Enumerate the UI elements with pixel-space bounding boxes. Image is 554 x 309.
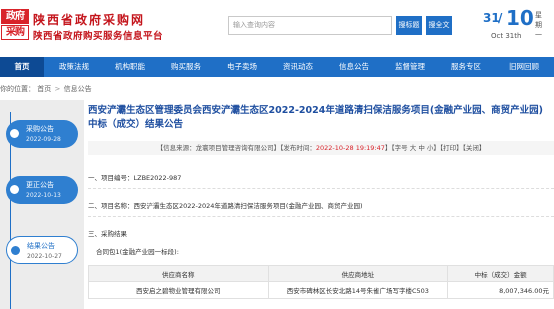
breadcrumb-separator: > bbox=[54, 85, 61, 93]
nav-supervision[interactable]: 监督管理 bbox=[384, 57, 436, 77]
search-title-button[interactable]: 搜标题 bbox=[396, 16, 422, 35]
nav-home[interactable]: 首页 bbox=[0, 57, 44, 77]
weekday: 星期一 bbox=[535, 11, 542, 39]
timeline-dot-icon bbox=[10, 129, 19, 138]
info-publish-time: 2022-10-28 19:19:47 bbox=[315, 144, 385, 152]
supplier-address-cell: 西安市碑林区长安北路14号朱雀广场写字楼C503 bbox=[267, 281, 449, 299]
procurement-result-heading: 三、采购结果 bbox=[88, 230, 127, 238]
info-source-prefix: 【信息来源： bbox=[156, 144, 196, 152]
divider bbox=[88, 188, 554, 189]
date-english: Oct 31th bbox=[491, 32, 522, 40]
info-font-prefix: 】【字号 bbox=[384, 144, 408, 152]
nav-policy[interactable]: 政策法规 bbox=[48, 57, 100, 77]
timeline-item-title: 更正公告 bbox=[26, 181, 54, 189]
info-time-prefix: 】【发布时间： bbox=[273, 144, 316, 152]
date-month: 10 bbox=[506, 6, 534, 30]
col-award-amount: 中标（成交）金额 bbox=[447, 265, 554, 282]
logo-top-text: 政府 bbox=[1, 9, 29, 24]
logo-bottom-text: 采购 bbox=[1, 25, 29, 40]
print-button[interactable]: 】【打印】 bbox=[433, 144, 462, 152]
divider bbox=[88, 216, 554, 217]
result-table: 供应商名称 供应商地址 中标（成交）金额 西安启之碧物业管理有限公司 西安市碑林… bbox=[88, 265, 554, 299]
search-fulltext-button[interactable]: 搜全文 bbox=[426, 16, 452, 35]
font-size-medium[interactable]: 中 bbox=[418, 144, 425, 152]
nav-service-zone[interactable]: 服务专区 bbox=[440, 57, 492, 77]
nav-old-site[interactable]: 旧网回顾 bbox=[496, 57, 552, 77]
col-supplier-address: 供应商地址 bbox=[267, 265, 449, 282]
nav-purchase-services[interactable]: 购买服务 bbox=[160, 57, 212, 77]
breadcrumb: 你的位置： 首页 > 信息公告 bbox=[0, 83, 554, 95]
timeline-item-date: 2022-10-27 bbox=[27, 253, 62, 260]
project-number: 一、项目编号：LZBE2022-987 bbox=[88, 174, 182, 182]
font-size-large[interactable]: 大 bbox=[410, 144, 417, 152]
close-button[interactable]: 【关闭】 bbox=[463, 144, 486, 152]
nav-news[interactable]: 资讯动态 bbox=[272, 57, 324, 77]
site-logo[interactable]: 政府 采购 bbox=[0, 8, 30, 41]
date-widget: 31 / 10 Oct 31th 星期一 bbox=[470, 6, 554, 46]
article-info-bar: 【信息来源：龙寰项目管理咨询有限公司】【发布时间：2022-10-28 19:1… bbox=[88, 141, 554, 155]
table-header-row: 供应商名称 供应商地址 中标（成交）金额 bbox=[88, 265, 554, 282]
table-row: 西安启之碧物业管理有限公司 西安市碑林区长安北路14号朱雀广场写字楼C503 8… bbox=[88, 281, 554, 299]
nav-announcements[interactable]: 信息公告 bbox=[328, 57, 380, 77]
timeline-dot-icon bbox=[10, 185, 19, 194]
timeline-dot-icon bbox=[11, 246, 20, 255]
site-header: 政府 采购 陕西省政府采购网 陕西省政府购买服务信息平台 输入查询内容 搜标题 … bbox=[0, 0, 554, 52]
breadcrumb-home[interactable]: 首页 bbox=[37, 85, 51, 93]
timeline-item-date: 2022-09-28 bbox=[26, 136, 61, 143]
col-supplier-name: 供应商名称 bbox=[88, 265, 269, 282]
date-separator: / bbox=[498, 11, 503, 25]
timeline-item-procurement[interactable]: 采购公告 2022-09-28 bbox=[6, 120, 78, 148]
timeline-item-date: 2022-10-13 bbox=[26, 192, 61, 199]
award-amount-cell: 8,007,346.00元 bbox=[447, 281, 554, 299]
timeline-item-correction[interactable]: 更正公告 2022-10-13 bbox=[6, 176, 78, 204]
timeline-item-result[interactable]: 结果公告 2022-10-27 bbox=[6, 236, 78, 264]
nav-functions[interactable]: 机构职能 bbox=[104, 57, 156, 77]
supplier-name-cell: 西安启之碧物业管理有限公司 bbox=[88, 281, 269, 299]
timeline-item-title: 结果公告 bbox=[27, 242, 55, 250]
article: 西安浐灞生态区管理委员会西安浐灞生态区2022-2024年道路清扫保洁服务项目(… bbox=[88, 100, 554, 309]
contract-package-note: 合同包1(金融产业园一标段): bbox=[96, 248, 179, 256]
main-nav: 首页 政策法规 机构职能 购买服务 电子卖场 资讯动态 信息公告 监督管理 服务… bbox=[0, 57, 554, 77]
breadcrumb-label: 你的位置： bbox=[0, 85, 35, 93]
site-subtitle: 陕西省政府购买服务信息平台 bbox=[33, 31, 164, 42]
search-input[interactable]: 输入查询内容 bbox=[228, 16, 392, 35]
breadcrumb-announcements[interactable]: 信息公告 bbox=[64, 85, 92, 93]
nav-emall[interactable]: 电子卖场 bbox=[216, 57, 268, 77]
article-title: 西安浐灞生态区管理委员会西安浐灞生态区2022-2024年道路清扫保洁服务项目(… bbox=[88, 105, 544, 130]
site-name: 陕西省政府采购网 bbox=[33, 13, 146, 27]
page: 政府 采购 陕西省政府采购网 陕西省政府购买服务信息平台 输入查询内容 搜标题 … bbox=[0, 0, 554, 309]
info-source: 龙寰项目管理咨询有限公司 bbox=[195, 144, 274, 152]
project-name: 二、项目名称：西安浐灞生态区2022-2024年道路清扫保洁服务项目(金融产业园… bbox=[88, 202, 363, 210]
timeline-item-title: 采购公告 bbox=[26, 125, 54, 133]
